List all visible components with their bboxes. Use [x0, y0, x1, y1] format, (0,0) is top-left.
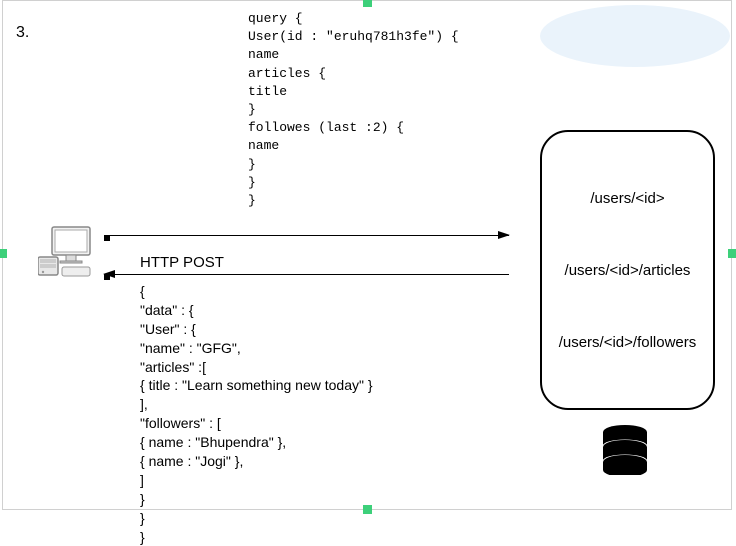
page-number: 3. — [16, 24, 29, 42]
database-icon — [600, 425, 650, 480]
http-method-label: HTTP POST — [140, 254, 224, 271]
request-arrow — [104, 235, 509, 236]
resize-handle-right[interactable] — [728, 249, 736, 258]
endpoint-followers: /users/<id>/followers — [559, 334, 697, 351]
response-arrow — [104, 274, 509, 275]
graphql-query-code: query { User(id : "eruhq781h3fe") { name… — [248, 10, 459, 210]
endpoint-articles: /users/<id>/articles — [565, 262, 691, 279]
client-computer-icon — [38, 225, 96, 284]
endpoint-users: /users/<id> — [590, 190, 664, 207]
json-response-code: { "data" : { "User" : { "name" : "GFG", … — [140, 282, 373, 546]
decorative-oval — [540, 5, 730, 67]
resize-handle-top[interactable] — [363, 0, 372, 7]
resize-handle-left[interactable] — [0, 249, 7, 258]
server-endpoints-panel: /users/<id> /users/<id>/articles /users/… — [540, 130, 715, 410]
